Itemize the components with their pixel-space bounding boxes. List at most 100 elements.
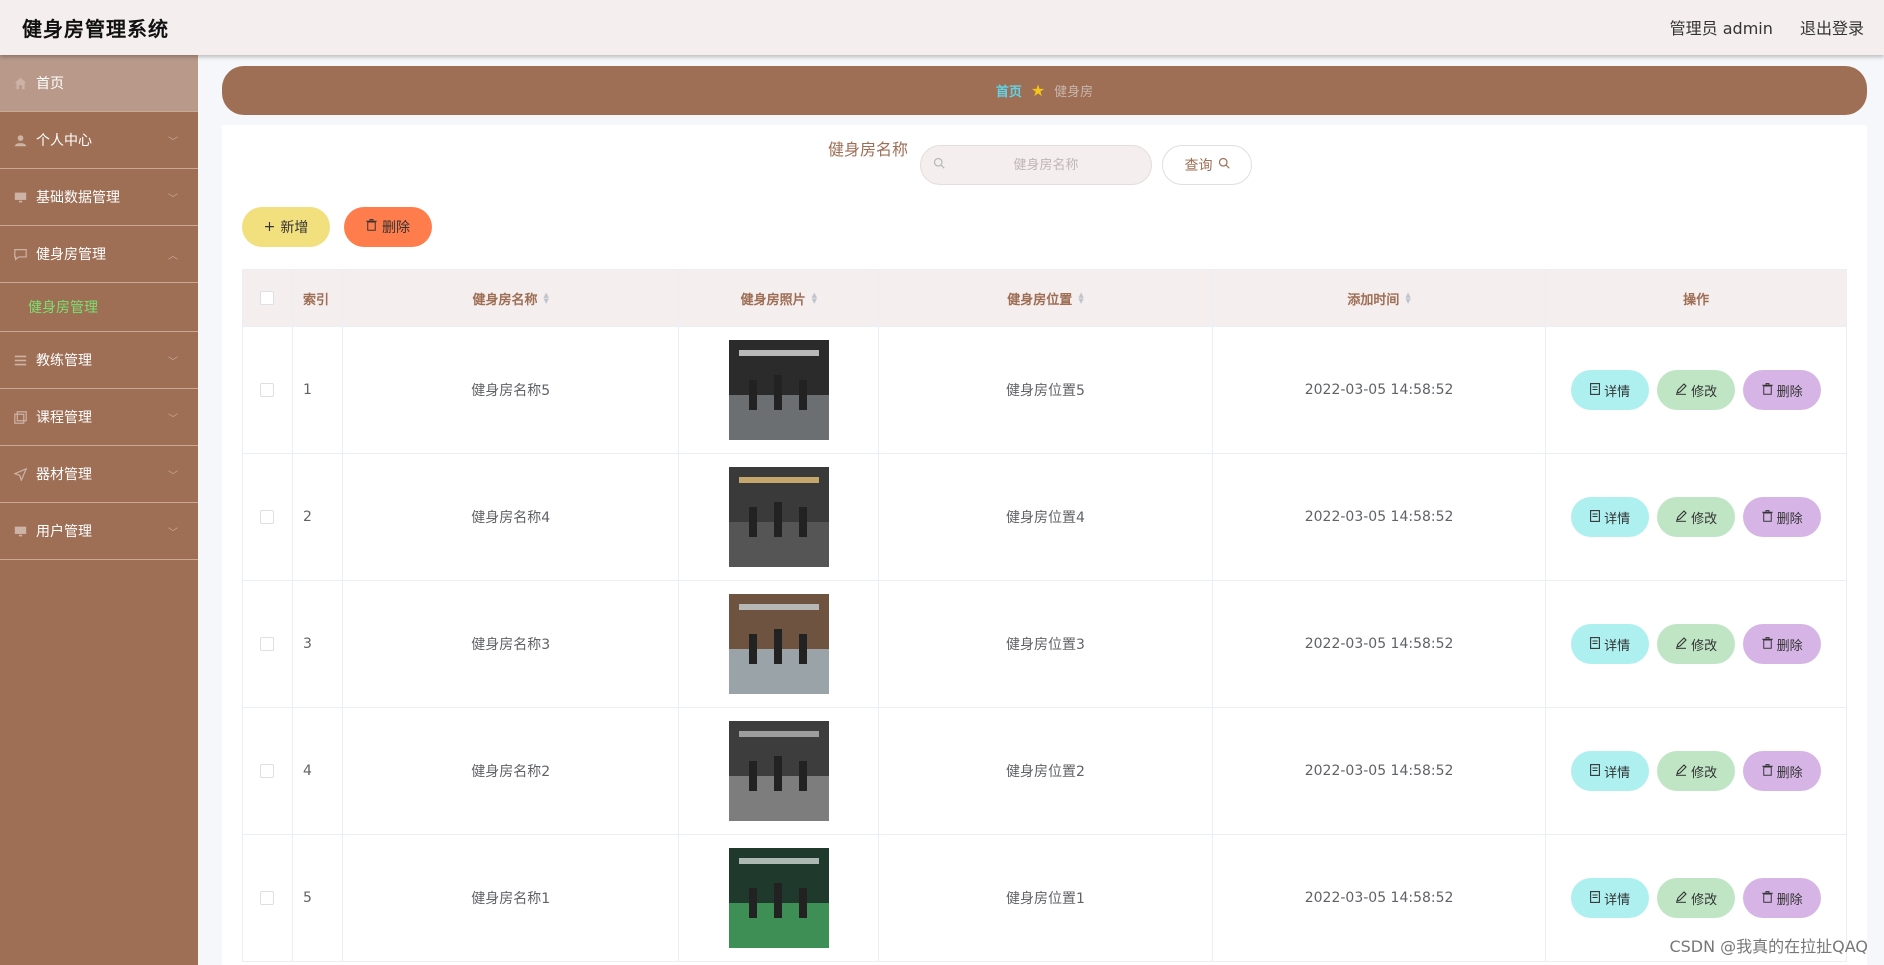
gym-photo[interactable] [728,848,829,948]
search-bar: 查询 [920,145,1252,185]
send-icon [12,466,28,482]
trash-icon [1761,382,1773,398]
search-box [920,145,1152,185]
batch-delete-button[interactable]: 删除 [344,207,432,247]
sidebar-item-basic-data[interactable]: 基础数据管理 ﹀ [0,169,198,226]
top-header: 健身房管理系统 管理员 admin 退出登录 [0,0,1884,55]
edit-button[interactable]: 修改 [1657,624,1736,664]
sidebar-item-label: 健身房管理 [36,247,106,263]
detail-button[interactable]: 详情 [1571,751,1650,791]
row-delete-button-label: 删除 [1776,765,1803,781]
edit-button[interactable]: 修改 [1657,751,1736,791]
row-time: 2022-03-05 14:58:52 [1213,327,1547,453]
row-delete-button[interactable]: 删除 [1743,497,1822,537]
chevron-down-icon: ﹀ [168,528,178,539]
logout-link[interactable]: 退出登录 [1800,19,1864,38]
sidebar-item-label: 用户管理 [36,524,92,540]
search-input[interactable] [951,146,1141,184]
gym-photo[interactable] [728,467,829,567]
document-icon [1590,382,1601,398]
sidebar-item-course[interactable]: 课程管理 ﹀ [0,389,198,446]
query-button[interactable]: 查询 [1162,145,1252,185]
row-name: 健身房名称3 [343,581,680,707]
gym-photo[interactable] [728,594,829,694]
edit-button[interactable]: 修改 [1657,370,1736,410]
row-delete-button-label: 删除 [1776,384,1803,400]
detail-button[interactable]: 详情 [1571,370,1650,410]
add-button-label: 新增 [280,220,309,236]
row-delete-button[interactable]: 删除 [1743,878,1822,918]
header-user-area: 管理员 admin 退出登录 [1648,15,1864,39]
sidebar-item-profile[interactable]: 个人中心 ﹀ [0,112,198,169]
row-checkbox[interactable] [260,510,275,524]
row-delete-button[interactable]: 删除 [1743,624,1822,664]
row-checkbox[interactable] [260,637,275,651]
row-delete-button[interactable]: 删除 [1743,370,1822,410]
column-header-time[interactable]: 添加时间 ▲ ▼ [1213,270,1547,326]
column-header-location[interactable]: 健身房位置 ▲ ▼ [879,270,1213,326]
current-user: 管理员 admin [1669,19,1773,38]
trash-icon [1761,890,1773,906]
plus-icon: + [263,219,276,235]
row-location: 健身房位置1 [879,835,1213,961]
chat-icon [12,246,28,262]
row-checkbox[interactable] [260,891,275,905]
edit-button[interactable]: 修改 [1657,497,1736,537]
row-actions: 详情 修改 删除 [1546,327,1846,453]
column-header-label: 健身房照片 [740,292,806,308]
sidebar-item-equipment[interactable]: 器材管理 ﹀ [0,446,198,503]
sort-icon[interactable]: ▲ ▼ [1405,292,1410,305]
edit-button-label: 修改 [1691,892,1718,908]
column-header-name[interactable]: 健身房名称 ▲ ▼ [343,270,680,326]
breadcrumb-home-link[interactable]: 首页 [996,81,1022,100]
row-location: 健身房位置5 [879,327,1213,453]
detail-button[interactable]: 详情 [1571,497,1650,537]
row-photo-cell [679,581,880,707]
watermark: CSDN @我真的在拉扯QAQ [1669,937,1868,956]
document-icon [1590,763,1601,779]
row-actions: 详情 修改 删除 [1546,454,1846,580]
sidebar-item-coach[interactable]: 教练管理 ﹀ [0,332,198,389]
row-index: 4 [293,708,343,834]
row-name: 健身房名称5 [343,327,680,453]
sort-icon[interactable]: ▲ ▼ [543,292,548,305]
pencil-icon [1675,890,1687,906]
sort-icon[interactable]: ▲ ▼ [1078,292,1083,305]
gym-photo[interactable] [728,721,829,821]
table-row: 4 健身房名称2 健身房位置2 2022-03-05 14:58:52 详情 修… [243,707,1846,834]
sidebar-item-users[interactable]: 用户管理 ﹀ [0,503,198,560]
add-button[interactable]: + 新增 [242,207,330,247]
edit-button-label: 修改 [1691,638,1718,654]
sidebar-item-label: 基础数据管理 [36,190,120,206]
row-check-cell [243,454,293,580]
sidebar-subitem-gym-management[interactable]: 健身房管理 [0,283,198,332]
sidebar: 首页 个人中心 ﹀ 基础数据管理 ﹀ 健身房管理 ︿ 健身房管理 教练管理 ﹀ … [0,55,198,965]
detail-button[interactable]: 详情 [1571,878,1650,918]
document-icon [1590,509,1601,525]
row-delete-button[interactable]: 删除 [1743,751,1822,791]
table-row: 3 健身房名称3 健身房位置3 2022-03-05 14:58:52 详情 修… [243,580,1846,707]
home-icon [12,75,28,91]
column-header-photo[interactable]: 健身房照片 ▲ ▼ [679,270,880,326]
row-checkbox[interactable] [260,764,275,778]
sidebar-item-label: 首页 [36,76,64,92]
monitor-icon [12,189,28,205]
column-header-index: 索引 [293,270,343,326]
edit-button[interactable]: 修改 [1657,878,1736,918]
select-all-checkbox[interactable] [260,291,275,305]
detail-button[interactable]: 详情 [1571,624,1650,664]
row-delete-button-label: 删除 [1776,892,1803,908]
column-header-label: 添加时间 [1347,292,1400,308]
list-icon [12,352,28,368]
app-title: 健身房管理系统 [22,17,169,41]
gym-photo[interactable] [728,340,829,440]
sort-icon[interactable]: ▲ ▼ [812,292,817,305]
detail-button-label: 详情 [1604,511,1631,527]
detail-button-label: 详情 [1604,638,1631,654]
row-checkbox[interactable] [260,383,275,397]
row-time: 2022-03-05 14:58:52 [1213,835,1547,961]
select-all-cell [243,270,293,326]
sidebar-item-gym[interactable]: 健身房管理 ︿ [0,226,198,283]
sidebar-item-home[interactable]: 首页 [0,55,198,112]
search-icon [1218,157,1230,173]
